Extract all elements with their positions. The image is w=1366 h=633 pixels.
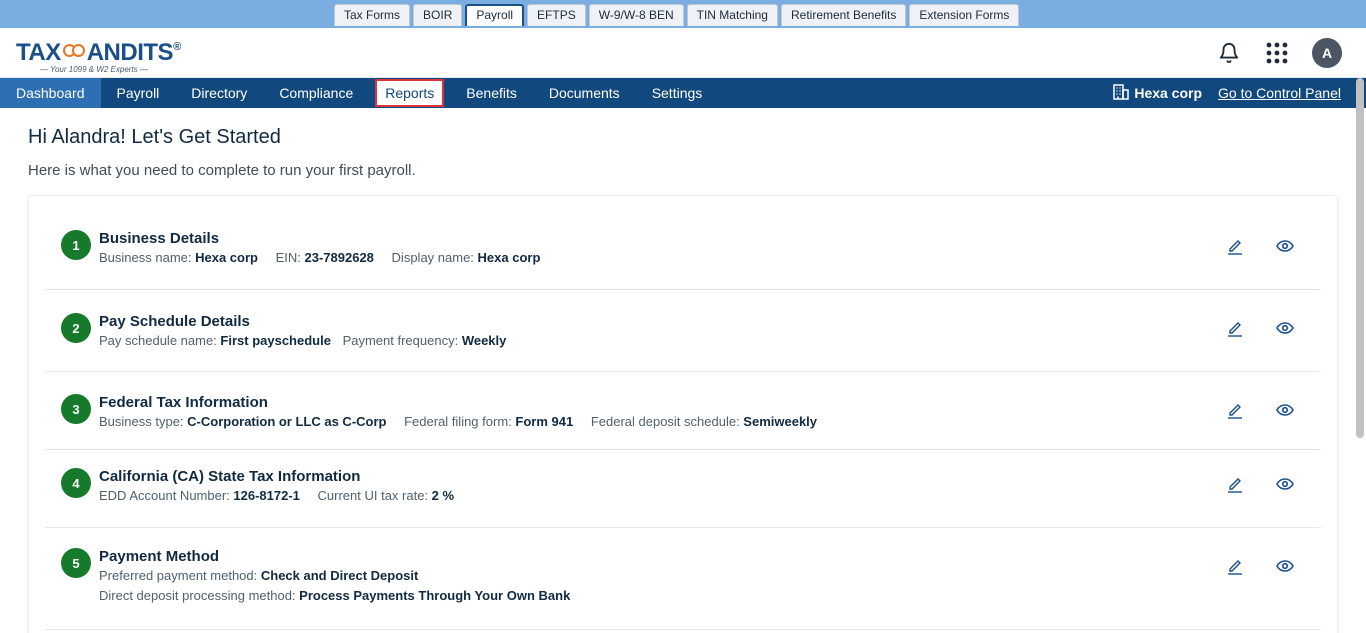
step-details: Preferred payment method: Check and Dire… (99, 568, 419, 583)
product-tab-boir[interactable]: BOIR (413, 4, 463, 26)
nav-settings[interactable]: Settings (636, 78, 719, 108)
edit-payment-method-button[interactable] (1225, 558, 1245, 578)
product-tab-retirement-benefits[interactable]: Retirement Benefits (780, 4, 907, 26)
step-title: Payment Method (99, 548, 220, 565)
app-header: TAX ANDITS® — Your 1099 & W2 Experts — A (0, 28, 1366, 78)
main-nav: Dashboard Payroll Directory Compliance R… (0, 78, 1366, 108)
eye-icon (1276, 239, 1294, 258)
pencil-icon (1227, 319, 1243, 342)
eye-icon (1276, 321, 1294, 340)
bell-icon[interactable] (1216, 40, 1242, 66)
view-pay-schedule-button[interactable] (1275, 320, 1295, 340)
nav-payroll[interactable]: Payroll (101, 78, 176, 108)
product-tab-w9-w8ben[interactable]: W-9/W-8 BEN (588, 4, 684, 26)
pencil-icon (1227, 475, 1243, 498)
step-number: 4 (61, 468, 91, 498)
view-federal-tax-button[interactable] (1275, 402, 1295, 422)
step-title: Pay Schedule Details (99, 313, 250, 330)
nav-dashboard[interactable]: Dashboard (0, 78, 101, 108)
page-scrollbar[interactable] (1356, 78, 1364, 438)
step-title: Business Details (99, 230, 220, 247)
company-switcher[interactable]: Hexa corp (1112, 83, 1202, 104)
product-tab-payroll[interactable]: Payroll (465, 4, 525, 26)
page-subtitle: Here is what you need to complete to run… (28, 162, 416, 179)
product-tab-tax-forms[interactable]: Tax Forms (334, 4, 411, 26)
nav-compliance[interactable]: Compliance (263, 78, 369, 108)
step-details: Direct deposit processing method: Proces… (99, 588, 571, 603)
step-payment-method: 5 Payment Method Preferred payment metho… (45, 528, 1321, 630)
pencil-icon (1227, 237, 1243, 260)
product-switcher-bar: Tax Forms BOIR Payroll EFTPS W-9/W-8 BEN… (0, 0, 1366, 28)
product-tabs: Tax Forms BOIR Payroll EFTPS W-9/W-8 BEN… (334, 4, 1020, 26)
edit-state-tax-button[interactable] (1225, 476, 1245, 496)
pencil-icon (1227, 401, 1243, 424)
step-details: EDD Account Number: 126-8172-1 Current U… (99, 488, 455, 503)
nav-documents[interactable]: Documents (533, 78, 636, 108)
eye-icon (1276, 403, 1294, 422)
step-number: 5 (61, 548, 91, 578)
edit-pay-schedule-button[interactable] (1225, 320, 1245, 340)
eye-icon (1276, 559, 1294, 578)
view-payment-method-button[interactable] (1275, 558, 1295, 578)
product-tab-eftps[interactable]: EFTPS (527, 4, 586, 26)
main-content: Hi Alandra! Let's Get Started Here is wh… (0, 108, 1366, 633)
step-number: 3 (61, 394, 91, 424)
edit-business-details-button[interactable] (1225, 238, 1245, 258)
edit-federal-tax-button[interactable] (1225, 402, 1245, 422)
user-avatar[interactable]: A (1312, 38, 1342, 68)
company-name: Hexa corp (1134, 85, 1203, 101)
nav-reports[interactable]: Reports (375, 79, 445, 107)
product-tab-tin-matching[interactable]: TIN Matching (686, 4, 778, 26)
step-number: 1 (61, 230, 91, 260)
nav-right: Hexa corp Go to Control Panel (1112, 78, 1341, 108)
step-title: California (CA) State Tax Information (99, 468, 361, 485)
nav-benefits[interactable]: Benefits (450, 78, 533, 108)
control-panel-link[interactable]: Go to Control Panel (1218, 85, 1341, 101)
step-number: 2 (61, 313, 91, 343)
step-federal-tax-information: 3 Federal Tax Information Business type:… (45, 372, 1321, 450)
step-title: Federal Tax Information (99, 394, 268, 411)
view-state-tax-button[interactable] (1275, 476, 1295, 496)
building-icon (1112, 83, 1130, 104)
step-pay-schedule-details: 2 Pay Schedule Details Pay schedule name… (45, 290, 1321, 372)
nav-directory[interactable]: Directory (175, 78, 263, 108)
view-business-details-button[interactable] (1275, 238, 1295, 258)
apps-grid-icon[interactable] (1264, 40, 1290, 66)
header-actions: A (1216, 38, 1342, 68)
taxandits-logo[interactable]: TAX ANDITS® — Your 1099 & W2 Experts — (16, 34, 196, 75)
logo-tagline: — Your 1099 & W2 Experts — (40, 65, 148, 74)
step-details: Pay schedule name: First payschedule Pay… (99, 333, 507, 348)
step-business-details: 1 Business Details Business name: Hexa c… (45, 196, 1321, 290)
owl-logo-icon (62, 42, 86, 58)
eye-icon (1276, 477, 1294, 496)
page-title: Hi Alandra! Let's Get Started (28, 126, 281, 148)
step-details: Business name: Hexa corp EIN: 23-7892628… (99, 250, 541, 265)
pencil-icon (1227, 557, 1243, 580)
step-details: Business type: C-Corporation or LLC as C… (99, 414, 818, 429)
step-state-tax-information: 4 California (CA) State Tax Information … (45, 450, 1321, 528)
setup-steps-card: 1 Business Details Business name: Hexa c… (28, 195, 1338, 633)
product-tab-extension-forms[interactable]: Extension Forms (909, 4, 1020, 26)
